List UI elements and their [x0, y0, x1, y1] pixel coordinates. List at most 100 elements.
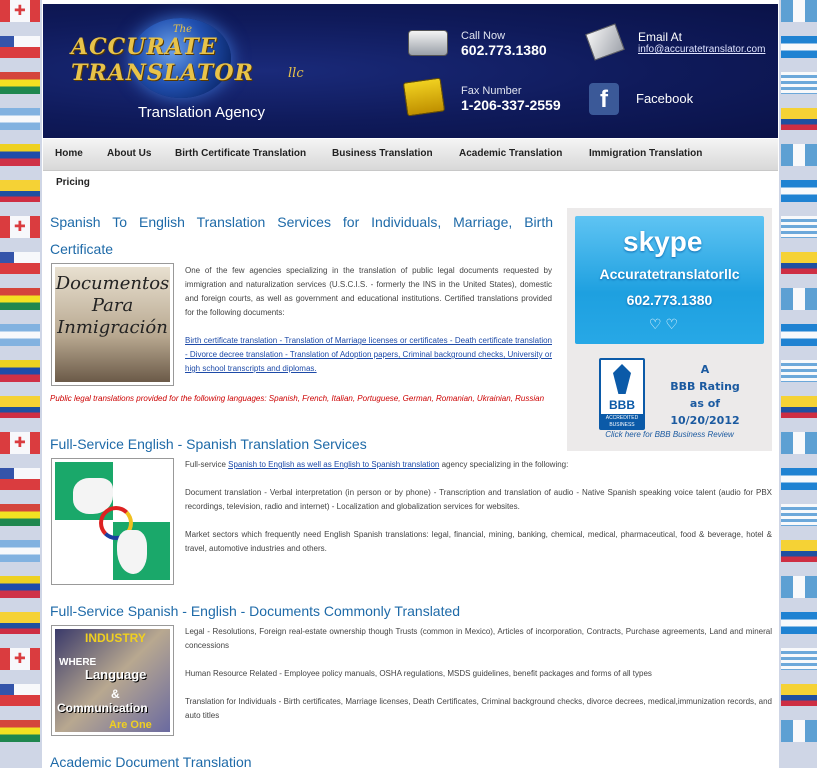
bolivia-flag-icon [0, 72, 40, 94]
email-block: Email At info@accuratetranslator.com [638, 30, 765, 55]
facebook-link[interactable]: Facebook [636, 91, 693, 106]
canada-flag-icon [0, 0, 40, 22]
bbb-rating: A BBB Rating as of 10/20/2012 [655, 361, 755, 429]
bbb-rating-as-of: as of [689, 397, 721, 410]
section-3-hr: Human Resource Related - Employee policy… [185, 669, 652, 678]
industry-language-image: INDUSTRY WHERE Language & Communication … [51, 625, 174, 736]
image-line-ampersand: & [111, 687, 120, 701]
bbb-accredited-text: ACCREDITED BUSINESS [601, 414, 643, 430]
nav-business-translation[interactable]: Business Translation [332, 148, 433, 159]
uruguay-flag-icon [781, 72, 817, 94]
colombia-flag-icon [0, 396, 40, 418]
honduras-flag-icon [781, 324, 817, 346]
colombia-flag-icon [781, 684, 817, 706]
skype-phone: 602.773.1380 [626, 292, 713, 308]
mail-icon[interactable] [585, 23, 625, 61]
page-container: The ACCURATE TRANSLATOR llc Translation … [42, 0, 779, 768]
bolivia-flag-icon [0, 288, 40, 310]
bolivia-flag-icon [0, 504, 40, 526]
image-line-language: Language [85, 667, 147, 682]
argentina-flag-icon [0, 324, 40, 346]
fax-label: Fax Number [461, 85, 522, 97]
chile-flag-icon [0, 252, 40, 274]
site-header: The ACCURATE TRANSLATOR llc Translation … [43, 4, 778, 138]
uruguay-flag-icon [781, 216, 817, 238]
bbb-seal-text: BBB [609, 398, 635, 412]
section-title: Academic Document Translation [50, 754, 252, 768]
americas-map-image [51, 458, 174, 585]
flag-border-right [781, 0, 817, 768]
chile-flag-icon [0, 36, 40, 58]
flag-border-left [0, 0, 40, 768]
colombia-flag-icon [781, 396, 817, 418]
section-3-body: Legal - Resolutions, Foreign real-estate… [185, 625, 772, 723]
colombia-flag-icon [0, 612, 40, 634]
argentina-flag-icon [0, 540, 40, 562]
languages-note-block: Public legal translations provided for t… [50, 386, 553, 406]
languages-note: Public legal translations provided for t… [50, 394, 545, 403]
documentos-image: Documentos Para Inmigración [51, 263, 174, 386]
canada-flag-icon [0, 432, 40, 454]
section-1-text: One of the few agencies specializing in … [185, 266, 552, 317]
uruguay-flag-icon [781, 360, 817, 382]
section-1-body: One of the few agencies specializing in … [185, 264, 552, 376]
skype-logo: skype [623, 226, 703, 257]
section-3-individuals: Translation for Individuals - Birth cert… [185, 697, 772, 720]
skype-username: Accuratetranslatorllc [599, 266, 740, 282]
nav-home[interactable]: Home [55, 148, 83, 159]
honduras-flag-icon [781, 468, 817, 490]
nav-birth-certificate-translation[interactable]: Birth Certificate Translation [175, 148, 306, 159]
call-now-number[interactable]: 602.773.1380 [461, 42, 547, 58]
nav-academic-translation[interactable]: Academic Translation [459, 148, 562, 159]
email-label: Email At [638, 30, 683, 44]
call-now-block: Call Now 602.773.1380 [461, 30, 547, 58]
honduras-flag-icon [781, 36, 817, 58]
uruguay-flag-icon [781, 648, 817, 670]
heart-icon: ♡ ♡ [649, 316, 678, 332]
bbb-rating-date: 10/20/2012 [670, 414, 740, 427]
fax-block: Fax Number 1-206-337-2559 [461, 85, 561, 113]
section-academic: Academic Document Translation [50, 749, 772, 768]
bbb-torch-icon [613, 364, 631, 394]
guatemala-flag-icon [781, 576, 817, 598]
colombia-flag-icon [781, 540, 817, 562]
section-2-suffix: agency specializing in the following: [441, 460, 569, 469]
phone-icon [408, 30, 448, 56]
venezuela-flag-icon [0, 144, 40, 166]
honduras-flag-icon [781, 612, 817, 634]
guatemala-flag-icon [781, 432, 817, 454]
venezuela-flag-icon [0, 360, 40, 382]
venezuela-flag-icon [0, 576, 40, 598]
canada-flag-icon [0, 216, 40, 238]
section-2-body: Full-service Spanish to English as well … [185, 458, 772, 556]
bbb-seal[interactable]: BBB ACCREDITED BUSINESS [599, 358, 645, 430]
image-line-communication: Communication [57, 701, 148, 715]
bolivia-flag-icon [0, 720, 40, 742]
nav-about-us[interactable]: About Us [107, 148, 151, 159]
logo-llc: llc [288, 66, 304, 81]
section-title: Spanish To English Translation Services … [50, 214, 553, 257]
translation-direction-link[interactable]: Spanish to English as well as English to… [228, 460, 439, 469]
main-nav: Home About Us Birth Certificate Translat… [43, 139, 778, 171]
guatemala-flag-icon [781, 288, 817, 310]
section-documents-commonly-translated: Full-Service Spanish - English - Documen… [50, 598, 772, 625]
uruguay-flag-icon [781, 504, 817, 526]
document-types-link[interactable]: Birth certificate translation - Translat… [185, 336, 552, 373]
guatemala-flag-icon [781, 0, 817, 22]
nav-pricing[interactable]: Pricing [56, 177, 90, 188]
colombia-flag-icon [0, 180, 40, 202]
chile-flag-icon [0, 468, 40, 490]
nav-immigration-translation[interactable]: Immigration Translation [589, 148, 702, 159]
email-link[interactable]: info@accuratetranslator.com [638, 44, 765, 55]
sidebar: skype Accuratetranslatorllc 602.773.1380… [567, 208, 772, 451]
section-2-services: Document translation - Verbal interpreta… [185, 488, 772, 511]
facebook-icon[interactable]: f [589, 83, 619, 115]
canada-flag-icon [0, 648, 40, 670]
argentina-flag-icon [0, 108, 40, 130]
bbb-review-link[interactable]: Click here for BBB Business Review [567, 430, 772, 439]
site-tagline: Translation Agency [138, 104, 266, 121]
section-title: Full-Service Spanish - English - Documen… [50, 603, 461, 619]
honduras-flag-icon [781, 180, 817, 202]
bbb-rating-label: BBB Rating [670, 380, 740, 393]
skype-banner[interactable]: skype Accuratetranslatorllc 602.773.1380… [575, 216, 764, 344]
